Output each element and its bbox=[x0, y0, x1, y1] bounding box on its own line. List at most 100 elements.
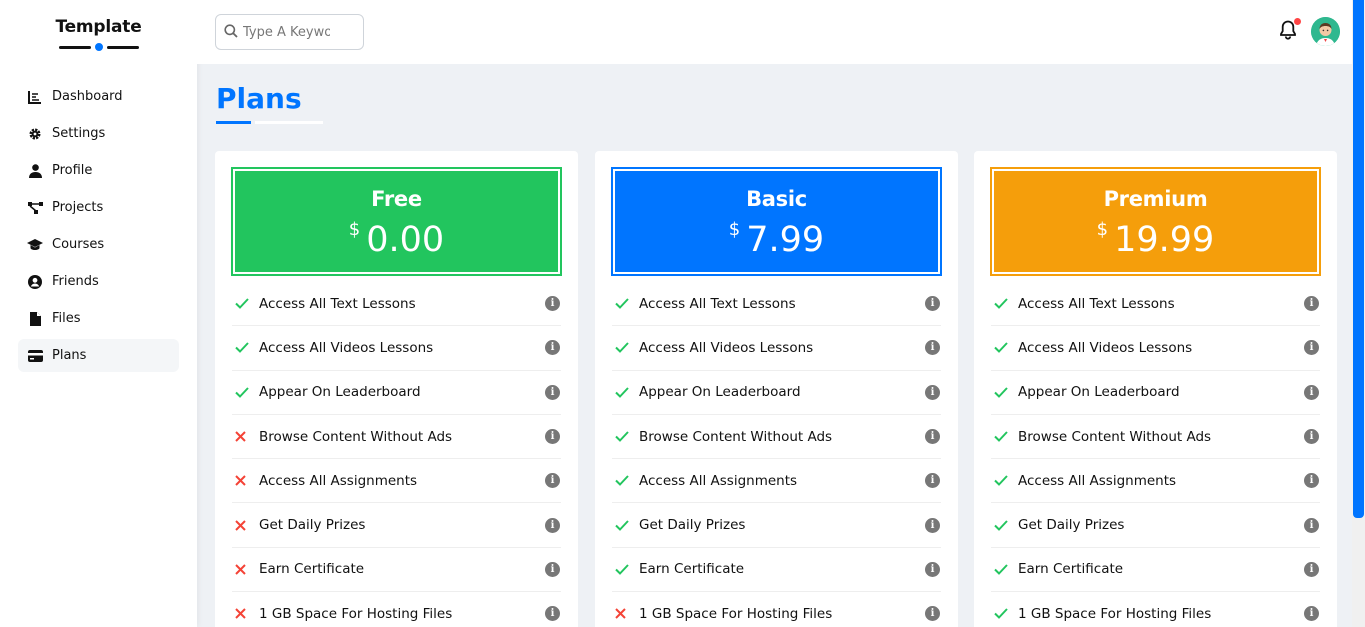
price-value: 19.99 bbox=[1114, 220, 1215, 260]
sidebar-item-friends[interactable]: Friends bbox=[18, 265, 179, 298]
feature-label: Access All Videos Lessons bbox=[259, 339, 434, 356]
check-icon bbox=[994, 475, 1016, 487]
check-icon bbox=[994, 608, 1016, 620]
info-icon[interactable]: i bbox=[1304, 429, 1319, 445]
plan-header: Premium $19.99 bbox=[990, 167, 1321, 276]
feature-item: Access All Text Lessons i bbox=[991, 282, 1320, 327]
cross-icon bbox=[235, 475, 257, 487]
sidebar-item-dashboard[interactable]: Dashboard bbox=[18, 80, 179, 113]
check-icon bbox=[235, 342, 257, 354]
info-icon[interactable]: i bbox=[545, 561, 560, 577]
feature-label: Access All Text Lessons bbox=[1018, 295, 1175, 312]
info-icon[interactable]: i bbox=[545, 296, 560, 312]
info-icon[interactable]: i bbox=[1304, 473, 1319, 489]
topbar bbox=[197, 0, 1352, 64]
info-icon[interactable]: i bbox=[545, 384, 560, 400]
info-icon[interactable]: i bbox=[925, 606, 940, 622]
sidebar-item-files[interactable]: Files bbox=[18, 302, 179, 335]
sidebar-item-label: Friends bbox=[52, 274, 99, 289]
file-icon bbox=[27, 311, 43, 327]
sidebar-item-settings[interactable]: Settings bbox=[18, 117, 179, 150]
credit-card-icon bbox=[27, 348, 43, 364]
info-icon[interactable]: i bbox=[925, 340, 940, 356]
plan-price: $7.99 bbox=[615, 211, 938, 259]
info-icon[interactable]: i bbox=[925, 384, 940, 400]
info-icon[interactable]: i bbox=[545, 340, 560, 356]
feature-label: Browse Content Without Ads bbox=[259, 428, 453, 445]
check-icon bbox=[994, 387, 1016, 398]
brand-underline bbox=[58, 41, 139, 55]
brand: Template bbox=[0, 0, 197, 80]
check-icon bbox=[615, 519, 637, 531]
check-icon bbox=[615, 342, 637, 354]
sidebar: Template Dashboard Settings Profile Proj… bbox=[0, 0, 197, 627]
feature-item: Earn Certificate i bbox=[991, 548, 1320, 593]
info-icon[interactable]: i bbox=[545, 429, 560, 445]
feature-label: Get Daily Prizes bbox=[1018, 517, 1125, 534]
plan-card-premium: Premium $19.99 Access All Text Lessons i A… bbox=[974, 151, 1337, 627]
info-icon[interactable]: i bbox=[545, 473, 560, 489]
notification-badge bbox=[1294, 18, 1301, 25]
check-icon bbox=[235, 298, 257, 310]
feature-item: Access All Text Lessons i bbox=[612, 282, 941, 327]
info-icon[interactable]: i bbox=[925, 561, 940, 577]
avatar[interactable] bbox=[1311, 17, 1340, 46]
info-icon[interactable]: i bbox=[1304, 384, 1319, 400]
sidebar-item-projects[interactable]: Projects bbox=[18, 191, 179, 224]
feature-label: Get Daily Prizes bbox=[639, 517, 746, 534]
user-circle-icon bbox=[27, 274, 43, 290]
title-underline-secondary bbox=[255, 121, 323, 124]
feature-item: Appear On Leaderboard i bbox=[991, 371, 1320, 415]
check-icon bbox=[994, 342, 1016, 354]
cross-icon bbox=[235, 608, 257, 619]
info-icon[interactable]: i bbox=[545, 606, 560, 622]
feature-item: Earn Certificate i bbox=[232, 548, 561, 593]
feature-label: Appear On Leaderboard bbox=[1018, 384, 1180, 401]
info-icon[interactable]: i bbox=[925, 473, 940, 489]
sidebar-item-plans[interactable]: Plans bbox=[18, 339, 179, 372]
check-icon bbox=[994, 298, 1016, 310]
info-icon[interactable]: i bbox=[1304, 296, 1319, 312]
feature-label: Earn Certificate bbox=[639, 561, 745, 578]
feature-item: 1 GB Space For Hosting Files i bbox=[232, 592, 561, 627]
user-icon bbox=[27, 163, 43, 179]
info-icon[interactable]: i bbox=[545, 517, 560, 533]
info-icon[interactable]: i bbox=[1304, 606, 1319, 622]
sidebar-item-label: Plans bbox=[52, 348, 87, 363]
notification-bell-icon[interactable] bbox=[1279, 18, 1301, 42]
search-box[interactable] bbox=[215, 14, 364, 50]
feature-item: Get Daily Prizes i bbox=[991, 503, 1320, 548]
feature-item: 1 GB Space For Hosting Files i bbox=[612, 592, 941, 627]
plan-price: $0.00 bbox=[235, 211, 558, 259]
info-icon[interactable]: i bbox=[925, 517, 940, 533]
feature-list: Access All Text Lessons i Access All Video… bbox=[612, 282, 941, 627]
feature-label: Access All Videos Lessons bbox=[1018, 339, 1193, 356]
page-scrollbar[interactable] bbox=[1352, 0, 1365, 627]
info-icon[interactable]: i bbox=[1304, 340, 1319, 356]
feature-label: Browse Content Without Ads bbox=[1018, 428, 1212, 445]
feature-item: Browse Content Without Ads i bbox=[991, 415, 1320, 460]
sidebar-item-label: Courses bbox=[52, 237, 105, 252]
scrollbar-thumb[interactable] bbox=[1353, 0, 1364, 518]
feature-item: Access All Videos Lessons i bbox=[991, 326, 1320, 371]
feature-item: Access All Assignments i bbox=[612, 459, 941, 504]
check-icon bbox=[615, 475, 637, 487]
info-icon[interactable]: i bbox=[1304, 561, 1319, 577]
info-icon[interactable]: i bbox=[1304, 517, 1319, 533]
check-icon bbox=[235, 387, 257, 398]
search-input[interactable] bbox=[243, 24, 343, 40]
sidebar-item-label: Profile bbox=[52, 163, 93, 178]
feature-item: Appear On Leaderboard i bbox=[232, 371, 561, 415]
feature-label: Earn Certificate bbox=[1018, 561, 1124, 578]
feature-label: Access All Text Lessons bbox=[259, 295, 416, 312]
info-icon[interactable]: i bbox=[925, 296, 940, 312]
sidebar-item-profile[interactable]: Profile bbox=[18, 154, 179, 187]
page-title: Plans bbox=[216, 82, 302, 115]
check-icon bbox=[994, 564, 1016, 575]
feature-item: Access All Videos Lessons i bbox=[612, 326, 941, 371]
info-icon[interactable]: i bbox=[925, 429, 940, 445]
feature-label: Earn Certificate bbox=[259, 561, 365, 578]
sidebar-item-courses[interactable]: Courses bbox=[18, 228, 179, 261]
brand-title: Template bbox=[55, 17, 142, 37]
check-icon bbox=[994, 431, 1016, 442]
